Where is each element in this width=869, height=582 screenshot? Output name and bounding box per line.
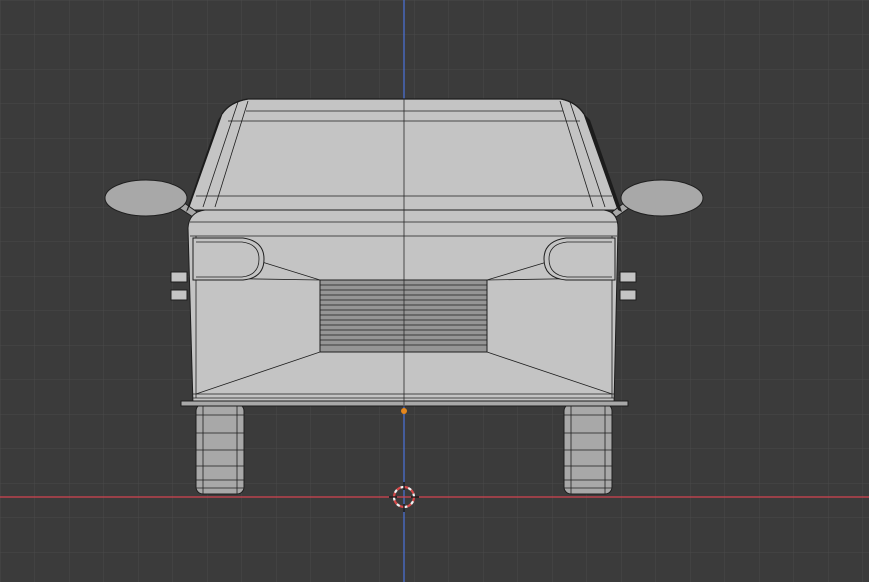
3d-viewport[interactable] <box>0 0 869 582</box>
object-origin-icon[interactable] <box>401 408 407 414</box>
viewport-canvas[interactable] <box>0 0 869 582</box>
headlight-left[interactable] <box>192 237 265 281</box>
wheel-left[interactable] <box>195 403 245 495</box>
cabin[interactable] <box>187 98 619 211</box>
headlight-right[interactable] <box>543 237 616 281</box>
wheel-right[interactable] <box>563 403 613 495</box>
